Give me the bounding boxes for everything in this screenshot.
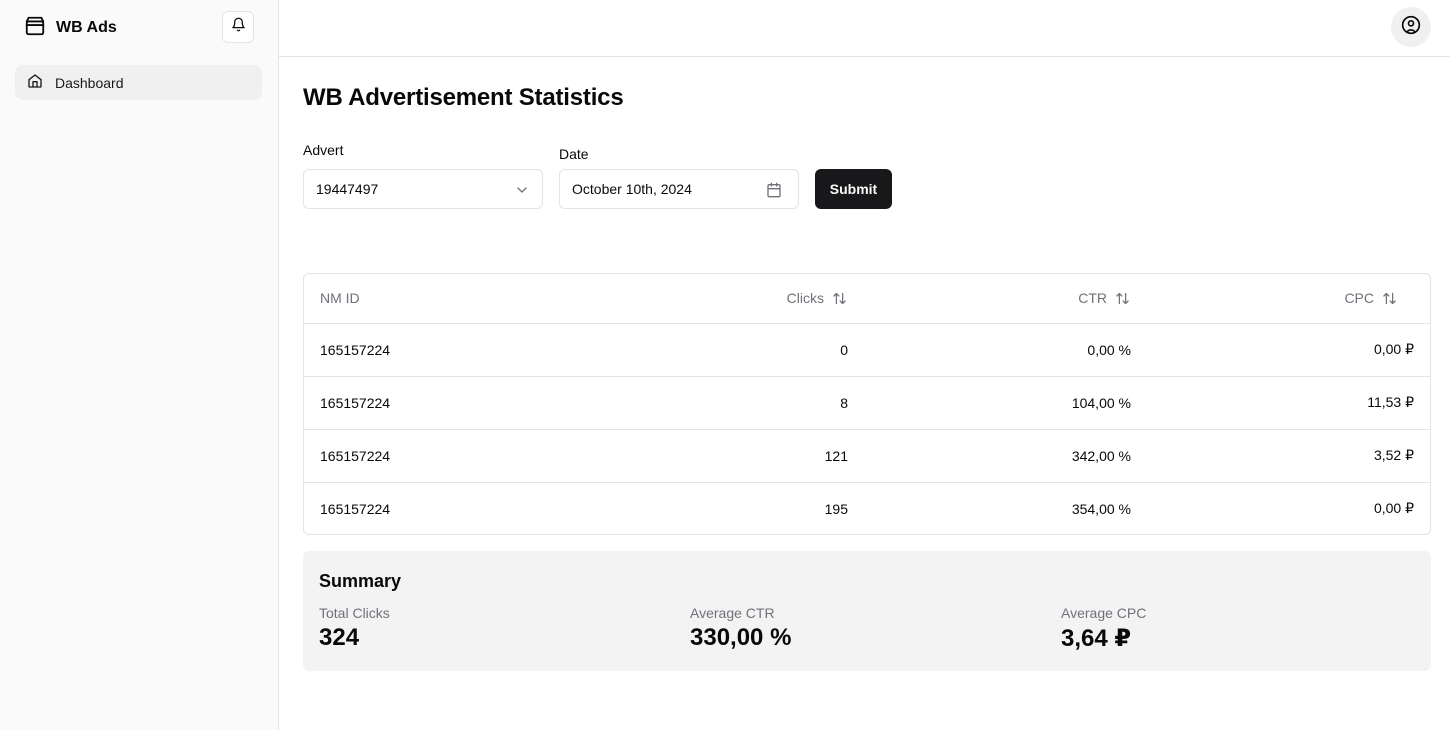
average-cpc-stat: Average CPC 3,64 ₽ [1061, 605, 1146, 653]
package-icon [24, 15, 46, 42]
summary-title: Summary [319, 571, 402, 591]
notifications-button[interactable] [222, 11, 254, 43]
sidebar-item-label: Dashboard [55, 74, 124, 91]
advert-select[interactable]: 19447497 [303, 169, 543, 209]
home-icon [27, 73, 43, 92]
cell-nm-id: 165157224 [320, 447, 391, 464]
bell-icon [231, 17, 246, 37]
total-clicks-label: Total Clicks [319, 605, 390, 621]
table-row: 165157224 195 354,00 % 0,00 ₽ [304, 482, 1430, 534]
cell-nm-id: 165157224 [320, 341, 391, 358]
sort-ctr-button[interactable]: CTR [1078, 290, 1130, 306]
average-cpc-label: Average CPC [1061, 605, 1147, 621]
submit-button[interactable]: Submit [815, 169, 892, 209]
table-header-row: NM ID Clicks CTR CPC [304, 274, 1430, 323]
cell-ctr: 0,00 % [1087, 341, 1131, 358]
column-header-clicks-label: Clicks [786, 290, 824, 307]
brand[interactable]: WB Ads [24, 15, 117, 42]
table-row: 165157224 0 0,00 % 0,00 ₽ [304, 323, 1430, 376]
cell-clicks: 0 [840, 341, 848, 358]
column-header-cpc-label: CPC [1344, 290, 1374, 307]
sidebar-nav: Dashboard [0, 56, 278, 100]
sort-clicks-button[interactable]: Clicks [787, 290, 847, 306]
advert-select-value: 19447497 [316, 181, 379, 197]
date-label: Date [559, 146, 589, 162]
summary-card: Summary Total Clicks 324 Average CTR 330… [303, 551, 1431, 671]
sidebar-item-dashboard[interactable]: Dashboard [15, 65, 262, 100]
cell-nm-id: 165157224 [320, 500, 391, 517]
date-picker-value: October 10th, 2024 [572, 181, 692, 197]
page-title: WB Advertisement Statistics [303, 84, 624, 111]
sort-cpc-button[interactable]: CPC [1344, 290, 1397, 306]
cell-clicks: 121 [824, 447, 848, 464]
cell-nm-id: 165157224 [320, 394, 391, 411]
sidebar-header: WB Ads [0, 0, 278, 56]
column-header-cpc: CPC [1147, 274, 1430, 323]
column-header-ctr-label: CTR [1078, 290, 1107, 307]
cell-ctr: 342,00 % [1071, 447, 1131, 464]
sort-arrows-icon [833, 292, 846, 304]
chevron-down-icon [517, 187, 527, 193]
sidebar: WB Ads Dashboard [0, 0, 279, 730]
cell-ctr: 354,00 % [1071, 500, 1131, 517]
user-circle-icon [1401, 15, 1421, 40]
calendar-icon [767, 182, 781, 198]
cell-clicks: 8 [840, 394, 848, 411]
column-header-nm-id: NM ID [320, 290, 360, 307]
table-row: 165157224 121 342,00 % 3,52 ₽ [304, 429, 1430, 482]
total-clicks-value: 324 [319, 624, 360, 651]
average-cpc-value: 3,64 ₽ [1061, 625, 1132, 652]
user-menu-button[interactable] [1391, 7, 1431, 47]
cell-ctr: 104,00 % [1071, 394, 1131, 411]
sort-arrows-icon [1383, 292, 1396, 304]
average-ctr-label: Average CTR [690, 605, 775, 621]
column-header-ctr: CTR [864, 274, 1147, 323]
stats-table: NM ID Clicks CTR CPC 165157224 0 0,00 % … [303, 273, 1431, 535]
date-picker-button[interactable]: October 10th, 2024 [559, 169, 799, 209]
average-ctr-value: 330,00 % [690, 624, 792, 651]
cell-cpc: 11,53 ₽ [1367, 394, 1414, 410]
average-ctr-stat: Average CTR 330,00 % [690, 605, 791, 652]
cell-cpc: 3,52 ₽ [1373, 447, 1414, 463]
cell-cpc: 0,00 ₽ [1373, 341, 1414, 357]
column-header-clicks: Clicks [564, 274, 864, 323]
sort-arrows-icon [1116, 292, 1129, 304]
cell-clicks: 195 [824, 500, 848, 517]
app-name: WB Ads [56, 19, 117, 36]
cell-cpc: 0,00 ₽ [1373, 500, 1414, 517]
advert-label: Advert [303, 142, 344, 158]
total-clicks-stat: Total Clicks 324 [319, 605, 390, 652]
table-row: 165157224 8 104,00 % 11,53 ₽ [304, 376, 1430, 429]
top-bar [279, 0, 1450, 57]
